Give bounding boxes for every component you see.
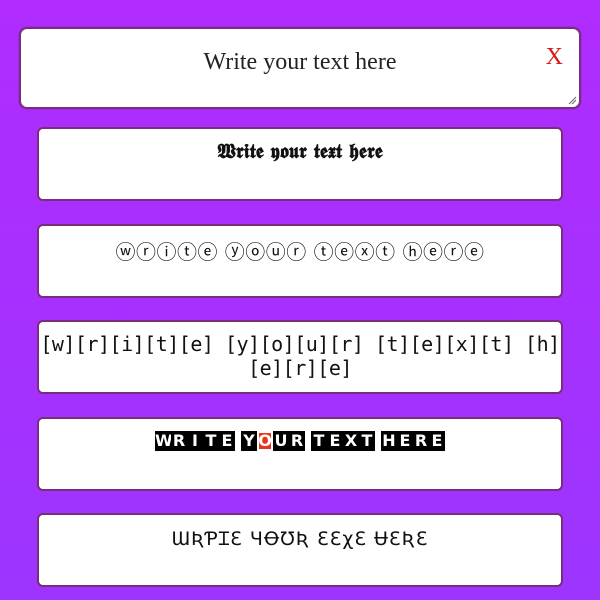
clear-button[interactable]: X <box>546 45 563 69</box>
letter-tile: T <box>311 431 327 451</box>
output-bracketed-text: [w][r][i][t][e] [y][o][u][r] [t][e][x][t… <box>40 332 560 380</box>
tile-word: YOUR <box>241 431 305 451</box>
text-input-value[interactable]: Write your text here <box>21 49 579 76</box>
letter-tile: Y <box>241 431 257 451</box>
output-circled[interactable]: ⓦⓡⓘⓣⓔ ⓨⓞⓤⓡ ⓣⓔⓧⓣ ⓗⓔⓡⓔ <box>37 224 563 298</box>
tile-word: TEXT <box>311 431 375 451</box>
letter-tile: R <box>171 431 187 451</box>
letter-tile: R <box>413 431 429 451</box>
letter-tile: E <box>429 431 445 451</box>
resize-grip-icon[interactable] <box>567 95 577 105</box>
output-gothic[interactable]: 𝖂𝖗𝖎𝖙𝖊 𝖞𝖔𝖚𝖗 𝖙𝖊𝖝𝖙 𝖍𝖊𝖗𝖊 <box>37 127 563 201</box>
letter-tile: U <box>273 431 289 451</box>
output-stylized[interactable]: ƜƦƤꞮƐ ЧꝊƱƦ ƐƐχƐ ɄƐƦƐ <box>37 513 563 587</box>
letter-tile: E <box>219 431 235 451</box>
output-gothic-text: 𝖂𝖗𝖎𝖙𝖊 𝖞𝖔𝖚𝖗 𝖙𝖊𝖝𝖙 𝖍𝖊𝖗𝖊 <box>217 139 383 163</box>
letter-tile: T <box>359 431 375 451</box>
output-circled-text: ⓦⓡⓘⓣⓔ ⓨⓞⓤⓡ ⓣⓔⓧⓣ ⓗⓔⓡⓔ <box>115 240 485 264</box>
output-tiles[interactable]: WR I T E Y O U R T E X T H E R E <box>37 417 563 491</box>
tile-word: WR I T E <box>155 431 235 451</box>
letter-tile: H <box>381 431 397 451</box>
output-tiles-text: WR I T E Y O U R T E X T H E R E <box>39 431 561 451</box>
letter-tile: I <box>187 431 203 451</box>
tile-word: HERE <box>381 431 445 451</box>
letter-tile: W <box>155 431 173 451</box>
text-input-area[interactable]: Write your text here X <box>19 27 581 109</box>
letter-tile: X <box>343 431 359 451</box>
letter-tile: O <box>257 431 273 451</box>
output-bracketed[interactable]: [w][r][i][t][e] [y][o][u][r] [t][e][x][t… <box>37 320 563 394</box>
letter-tile: E <box>327 431 343 451</box>
letter-tile: T <box>203 431 219 451</box>
output-stylized-text: ƜƦƤꞮƐ ЧꝊƱƦ ƐƐχƐ ɄƐƦƐ <box>171 528 429 550</box>
letter-tile: R <box>289 431 305 451</box>
letter-tile: E <box>397 431 413 451</box>
